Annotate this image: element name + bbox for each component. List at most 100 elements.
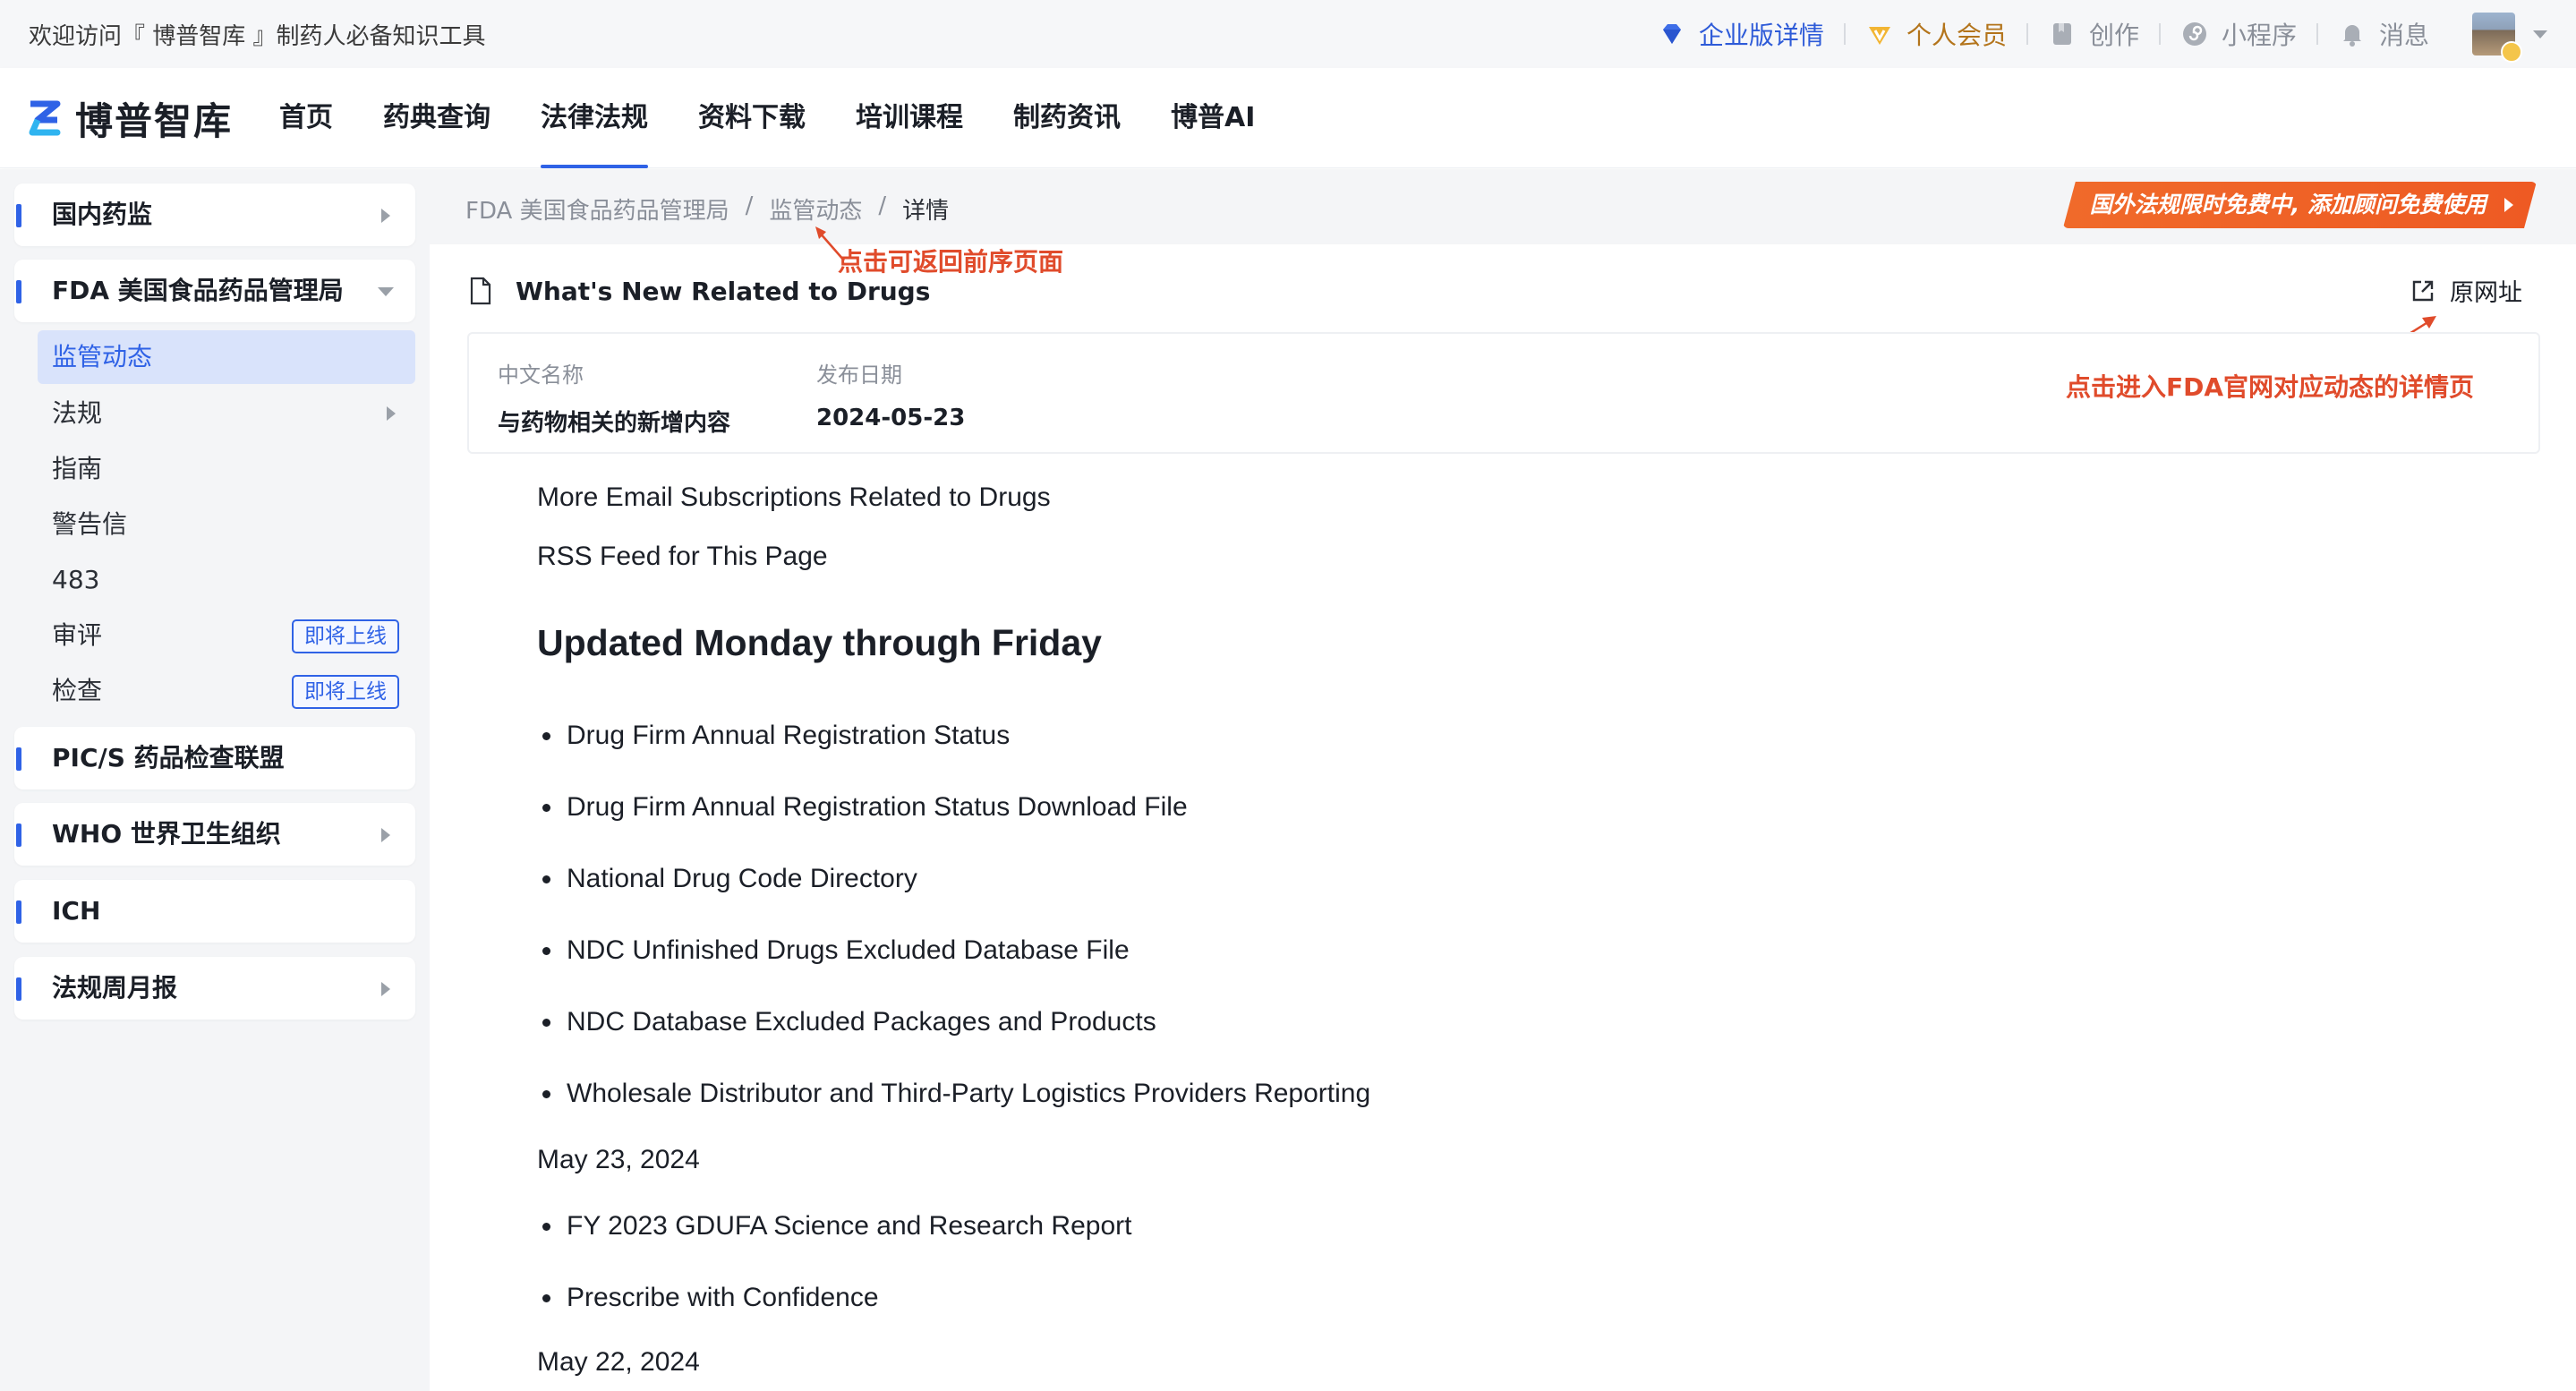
breadcrumb-fda[interactable]: FDA 美国食品药品管理局: [465, 192, 729, 226]
list-item[interactable]: NDC Database Excluded Packages and Produ…: [542, 1007, 1156, 1037]
list-item[interactable]: Drug Firm Annual Registration Status Dow…: [542, 792, 1188, 823]
list-item-text: Drug Firm Annual Registration Status: [567, 721, 1011, 750]
top-links: 企业版详情 个人会员 创作 小程序 消息: [1638, 0, 2547, 68]
vip-crown-icon: [2501, 41, 2522, 63]
miniapp-link[interactable]: 小程序: [2161, 16, 2316, 52]
external-link-icon: [2412, 280, 2434, 301]
nav-downloads[interactable]: 资料下载: [673, 68, 831, 168]
list-item[interactable]: NDC Unfinished Drugs Excluded Database F…: [542, 935, 1130, 966]
sidebar-section-fda[interactable]: FDA 美国食品药品管理局: [14, 260, 415, 322]
edit-doc-icon: [2048, 20, 2077, 48]
origin-link-label: 原网址: [2450, 279, 2522, 307]
origin-link[interactable]: 原网址: [2410, 273, 2522, 308]
cn-name-label: 中文名称: [498, 363, 584, 388]
list-item-text: Drug Firm Annual Registration Status Dow…: [567, 792, 1188, 822]
date-heading: May 22, 2024: [537, 1347, 700, 1377]
main-header: 博普智库 首页 药典查询 法律法规 资料下载 培训课程 制药资讯 博普AI: [0, 68, 2576, 168]
bell-icon: [2338, 20, 2367, 48]
breadcrumb-separator: /: [745, 192, 754, 219]
cn-name-value: 与药物相关的新增内容: [498, 410, 731, 437]
bullet: [542, 875, 550, 883]
main-nav: 首页 药典查询 法律法规 资料下载 培训课程 制药资讯 博普AI: [254, 68, 1280, 168]
nav-courses[interactable]: 培训课程: [831, 68, 988, 168]
bullet: [542, 1018, 550, 1027]
email-subscriptions-link[interactable]: More Email Subscriptions Related to Drug…: [537, 482, 1051, 513]
list-item[interactable]: Wholesale Distributor and Third-Party Lo…: [542, 1079, 1370, 1109]
main-content: FDA 美国食品药品管理局 / 监管动态 / 详情 国外法规限时免费中, 添加顾…: [430, 169, 2576, 1391]
avatar[interactable]: [2472, 13, 2522, 63]
section-label: 法规周月报: [52, 973, 178, 1003]
bullet: [542, 946, 550, 955]
sidebar-item-regulations[interactable]: 法规: [38, 387, 415, 440]
sidebar-item-inspection[interactable]: 检查 即将上线: [38, 664, 415, 718]
section-marker: [16, 204, 21, 227]
sidebar-section-ich[interactable]: ICH: [14, 880, 415, 943]
mini-program-icon: [2180, 20, 2209, 48]
nav-pharmacopoeia[interactable]: 药典查询: [358, 68, 516, 168]
nav-news[interactable]: 制药资讯: [988, 68, 1146, 168]
section-marker: [16, 900, 21, 924]
list-item-text: NDC Database Excluded Packages and Produ…: [567, 1007, 1156, 1037]
section-label: 国内药监: [52, 200, 153, 229]
bullet: [542, 731, 550, 740]
enterprise-link[interactable]: 企业版详情: [1638, 16, 1844, 52]
welcome-text: 欢迎访问『 博普智库 』制药人必备知识工具: [29, 23, 486, 50]
sidebar-item-warning-letters[interactable]: 警告信: [38, 498, 415, 551]
sidebar-section-weekly[interactable]: 法规周月报: [14, 957, 415, 1020]
info-cn-name: 中文名称 与药物相关的新增内容: [498, 357, 730, 438]
rss-feed-link[interactable]: RSS Feed for This Page: [537, 542, 828, 572]
document-title-text: What's New Related to Drugs: [516, 276, 931, 306]
play-arrow-icon: [2504, 198, 2513, 212]
chevron-right-icon: [381, 828, 390, 842]
sidebar-section-domestic[interactable]: 国内药监: [14, 183, 415, 246]
section-label: ICH: [52, 896, 101, 926]
sidebar-section-who[interactable]: WHO 世界卫生组织: [14, 803, 415, 866]
sidebar: 国内药监 FDA 美国食品药品管理局 监管动态 法规 指南 警告信 483 审评…: [0, 169, 430, 1391]
logo[interactable]: 博普智库: [27, 93, 233, 143]
sidebar-item-guidance[interactable]: 指南: [38, 442, 415, 496]
sidebar-item-483[interactable]: 483: [38, 553, 415, 607]
breadcrumb-separator: /: [878, 192, 887, 219]
article-heading: Updated Monday through Friday: [537, 622, 1102, 663]
breadcrumb-current: 详情: [902, 198, 950, 225]
sidebar-item-regulatory-updates[interactable]: 监管动态: [38, 330, 415, 384]
chevron-right-icon: [387, 406, 396, 421]
bullet: [542, 1293, 550, 1302]
date-heading: May 23, 2024: [537, 1145, 700, 1174]
promo-banner[interactable]: 国外法规限时免费中, 添加顾问免费使用: [2063, 182, 2537, 228]
nav-ai[interactable]: 博普AI: [1146, 68, 1280, 168]
sidebar-section-pics[interactable]: PIC/S 药品检查联盟: [14, 727, 415, 789]
list-item[interactable]: Drug Firm Annual Registration Status: [542, 721, 1010, 751]
list-item[interactable]: Prescribe with Confidence: [542, 1283, 879, 1313]
list-item-text: National Drug Code Directory: [567, 864, 917, 893]
section-marker: [16, 824, 21, 847]
section-marker: [16, 280, 21, 303]
list-item[interactable]: FY 2023 GDUFA Science and Research Repor…: [542, 1211, 1131, 1242]
section-label: FDA 美国食品药品管理局: [52, 276, 344, 305]
list-item-text: NDC Unfinished Drugs Excluded Database F…: [567, 935, 1130, 965]
create-label: 创作: [2088, 21, 2139, 50]
diamond-icon: [1658, 20, 1686, 48]
section-label: WHO 世界卫生组织: [52, 819, 281, 849]
nav-regulations[interactable]: 法律法规: [516, 68, 673, 168]
vip-label: 个人会员: [1906, 21, 2007, 50]
create-link[interactable]: 创作: [2028, 16, 2159, 52]
sidebar-item-label: 法规: [52, 398, 103, 428]
document-icon: [470, 277, 491, 305]
sidebar-item-review[interactable]: 审评 即将上线: [38, 609, 415, 662]
list-item[interactable]: National Drug Code Directory: [542, 864, 917, 894]
document-title: What's New Related to Drugs: [469, 273, 930, 309]
top-welcome-bar: 欢迎访问『 博普智库 』制药人必备知识工具 企业版详情 个人会员 创作 小程序 …: [0, 0, 2576, 68]
breadcrumb: FDA 美国食品药品管理局 / 监管动态 / 详情: [465, 192, 949, 226]
info-card: 中文名称 与药物相关的新增内容 发布日期 2024-05-23 点击进入FDA官…: [467, 332, 2540, 454]
bullet: [542, 803, 550, 812]
messages-link[interactable]: 消息: [2318, 16, 2449, 52]
vip-link[interactable]: 个人会员: [1846, 16, 2026, 52]
chevron-down-icon[interactable]: [2533, 30, 2547, 38]
sidebar-item-label: 审评: [52, 620, 103, 650]
list-item-text: Prescribe with Confidence: [567, 1283, 879, 1312]
chevron-down-icon: [378, 287, 394, 296]
messages-label: 消息: [2378, 21, 2429, 50]
nav-home[interactable]: 首页: [254, 68, 358, 168]
section-marker: [16, 747, 21, 771]
